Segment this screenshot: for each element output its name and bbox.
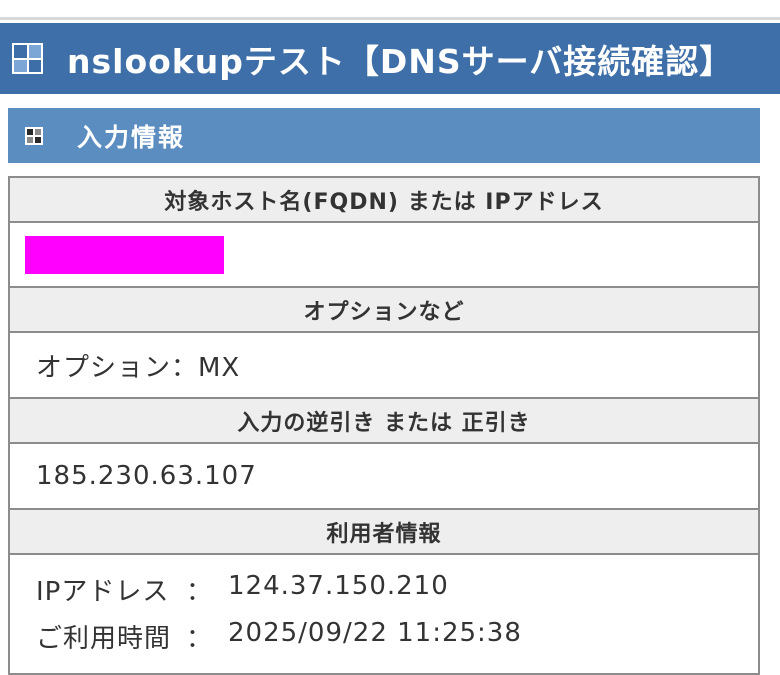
user-info-separator: ： (186, 624, 214, 654)
input-info-table: 対象ホスト名(FQDN) または IPアドレス オプションなど オプション：MX… (8, 176, 760, 675)
option-value: オプション：MX (8, 331, 760, 399)
user-info-key: IPアドレス (36, 577, 170, 607)
user-info-separator: ： (186, 577, 214, 607)
user-info-header: 利用者情報 (8, 508, 760, 555)
user-info-row-ip: IPアドレス ： 124.37.150.210 (36, 571, 758, 608)
section-header: 入力情報 (8, 108, 760, 163)
target-host-cell (8, 221, 760, 288)
section-title: 入力情報 (77, 122, 186, 152)
user-info-value: 124.37.150.210 (228, 571, 449, 601)
options-header: オプションなど (8, 286, 760, 333)
redacted-host-value (25, 235, 224, 274)
user-info-key: ご利用時間 (36, 624, 172, 654)
page-title: nslookupテスト【DNSサーバ接続確認】 (67, 41, 734, 81)
user-info-value: 2025/09/22 11:25:38 (228, 618, 522, 648)
page-header: nslookupテスト【DNSサーバ接続確認】 (0, 23, 780, 94)
user-info-cell: IPアドレス ： 124.37.150.210 ご利用時間 ： 2025/09/… (8, 553, 760, 675)
top-divider (0, 0, 780, 20)
grid-square-icon (25, 126, 43, 145)
lookup-value: 185.230.63.107 (8, 442, 760, 510)
user-info-row-time: ご利用時間 ： 2025/09/22 11:25:38 (36, 618, 758, 655)
grid-window-icon (12, 43, 43, 74)
target-host-header: 対象ホスト名(FQDN) または IPアドレス (8, 176, 760, 223)
lookup-header: 入力の逆引き または 正引き (8, 397, 760, 444)
